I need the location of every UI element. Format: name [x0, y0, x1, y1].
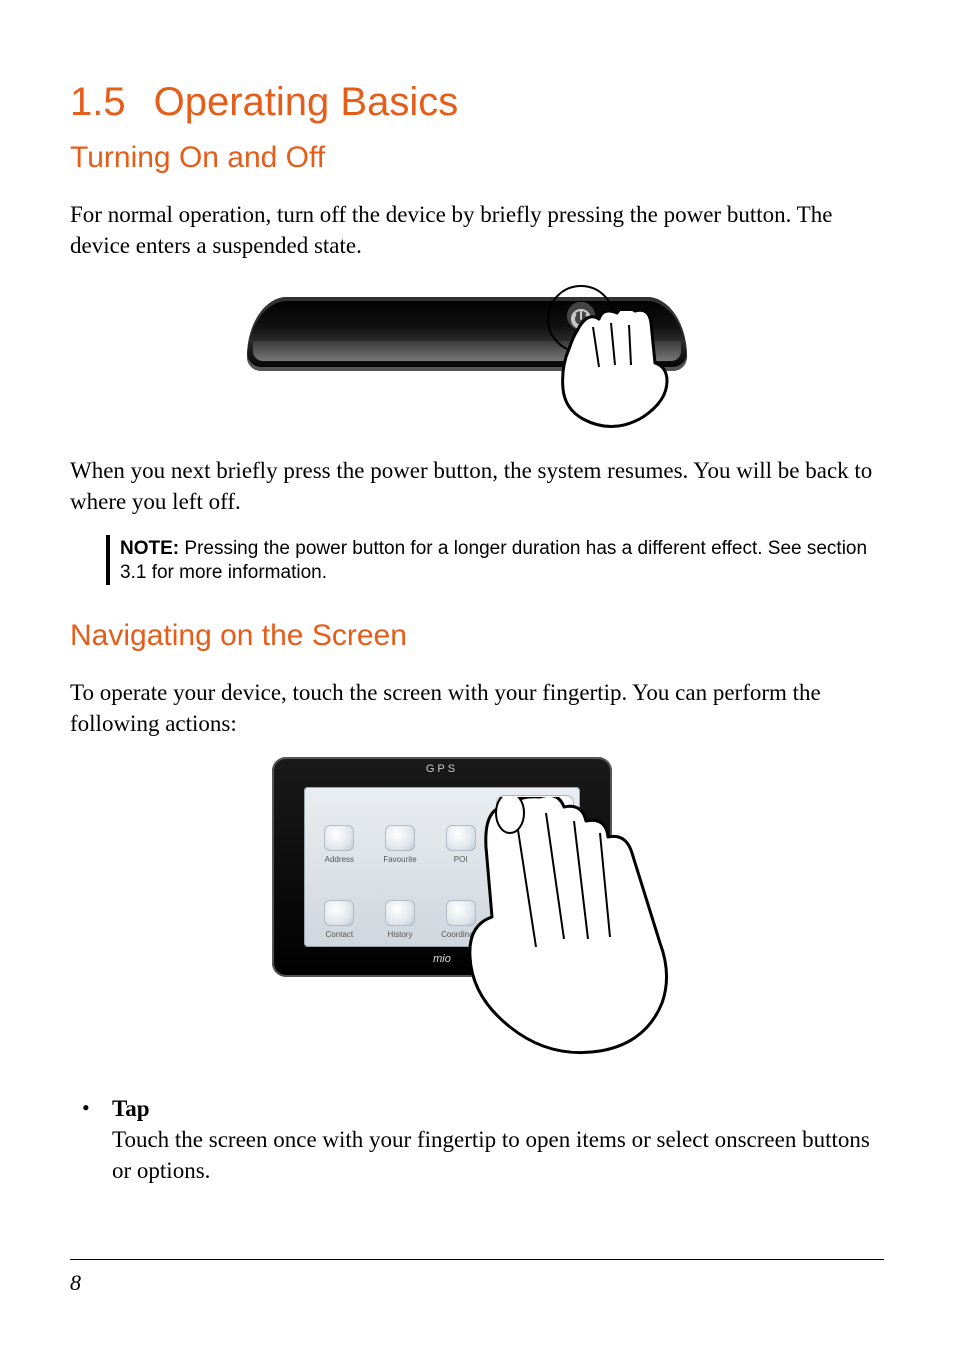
action-description: Touch the screen once with your fingerti…	[112, 1127, 870, 1183]
gps-tile-address: Address	[312, 795, 367, 864]
history-icon	[385, 900, 415, 926]
device-top-illustration	[247, 279, 707, 429]
action-list: Tap Touch the screen once with your fing…	[70, 1093, 884, 1186]
figure-touchscreen: GPS Address Favourite POI Contact Histor…	[70, 757, 884, 1067]
footer-rule	[70, 1259, 884, 1260]
note-block: NOTE: Pressing the power button for a lo…	[106, 535, 884, 585]
figure-power-button	[70, 279, 884, 429]
note-accent-bar	[106, 535, 110, 585]
contact-icon	[324, 900, 354, 926]
gps-tile-history: History	[373, 870, 428, 939]
note-text: Pressing the power button for a longer d…	[120, 538, 867, 583]
action-term: Tap	[112, 1093, 884, 1124]
page-number: 8	[70, 1270, 81, 1296]
section-title: Operating Basics	[154, 80, 459, 124]
gps-device-illustration: GPS Address Favourite POI Contact Histor…	[272, 757, 682, 1067]
paragraph-3: To operate your device, touch the screen…	[70, 677, 884, 739]
gps-top-label: GPS	[272, 763, 612, 783]
subheading-navigating: Navigating on the Screen	[70, 619, 884, 653]
paragraph-2: When you next briefly press the power bu…	[70, 455, 884, 517]
gps-tile-favourite: Favourite	[373, 795, 428, 864]
note-label: NOTE:	[120, 538, 179, 559]
hand-press-icon	[547, 311, 697, 431]
hand-tap-icon	[442, 797, 692, 1077]
favourite-icon	[385, 825, 415, 851]
gps-tile-contact: Contact	[312, 870, 367, 939]
paragraph-1: For normal operation, turn off the devic…	[70, 199, 884, 261]
section-number: 1.5	[70, 80, 126, 124]
subheading-turning-on-off: Turning On and Off	[70, 141, 884, 175]
action-item-tap: Tap Touch the screen once with your fing…	[76, 1093, 884, 1186]
section-heading: 1.5 Operating Basics	[70, 80, 884, 125]
address-icon	[324, 825, 354, 851]
